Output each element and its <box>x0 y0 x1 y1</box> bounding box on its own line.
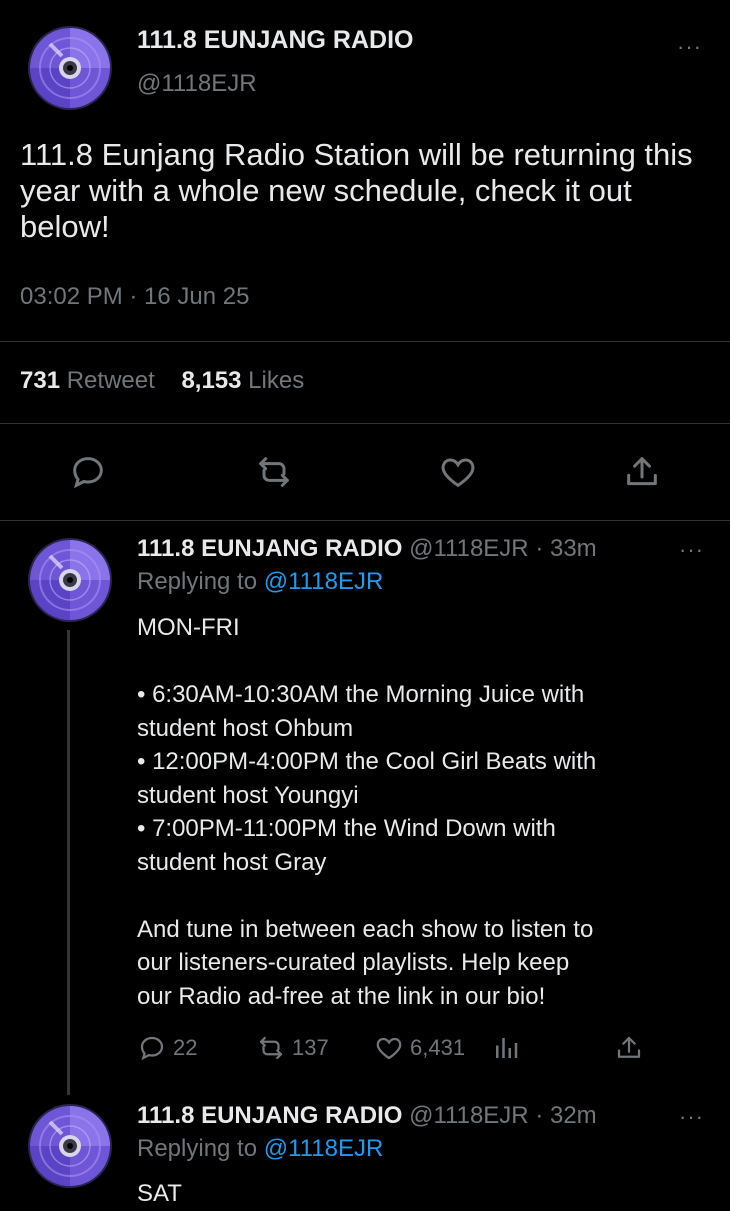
replying-to-handle[interactable]: @1118EJR <box>264 1135 384 1162</box>
reply-action[interactable]: 22 <box>137 1033 197 1063</box>
divider <box>0 520 730 521</box>
replying-label: Replying to <box>137 1135 258 1162</box>
tweet-stats: 731 Retweet 8,153 Likes <box>20 367 304 395</box>
heart-icon[interactable] <box>374 1033 404 1063</box>
avatar[interactable] <box>28 538 112 622</box>
user-handle[interactable]: @1118EJR <box>409 1102 529 1129</box>
thread-line <box>67 630 70 1095</box>
reply-line: student host Youngyi <box>137 781 359 809</box>
divider <box>0 423 730 424</box>
reply-line: And tune in between each show to listen … <box>137 915 594 943</box>
user-handle[interactable]: @1118EJR <box>409 535 529 562</box>
reply-line: • 12:00PM-4:00PM the Cool Girl Beats wit… <box>137 748 597 775</box>
avatar[interactable] <box>28 1104 112 1188</box>
tweet-age[interactable]: · 32m <box>535 1102 596 1129</box>
reply-line: our Radio ad-free at the link in our bio… <box>137 982 546 1010</box>
tweet-timestamp[interactable]: 03:02 PM · 16 Jun 25 <box>20 283 249 311</box>
tweet-text: 111.8 Eunjang Radio Station will be retu… <box>20 137 693 244</box>
divider <box>0 341 730 342</box>
reply-count: 22 <box>173 1035 198 1060</box>
more-options-icon[interactable]: ··· <box>679 537 704 563</box>
reply-line: • 7:00PM-11:00PM the Wind Down with <box>137 815 556 842</box>
reply-line: student host Gray <box>137 848 327 876</box>
likes-label[interactable]: Likes <box>248 367 304 394</box>
retweet-action[interactable]: 137 <box>256 1033 329 1063</box>
share-icon[interactable] <box>614 1033 644 1063</box>
analytics-icon[interactable] <box>491 1033 521 1063</box>
heart-icon[interactable] <box>438 452 478 492</box>
reply-text: MON-FRI • 6:30AM-10:30AM the Morning Jui… <box>137 611 707 1013</box>
analytics-action[interactable] <box>491 1033 521 1063</box>
like-count: 6,431 <box>410 1035 466 1060</box>
like-action[interactable]: 6,431 <box>374 1033 465 1063</box>
share-icon[interactable] <box>622 452 662 492</box>
replying-to-handle[interactable]: @1118EJR <box>264 568 384 595</box>
cd-avatar-icon <box>28 1104 112 1188</box>
reply-header: 111.8 EUNJANG RADIO @1118EJR · 32m <box>137 1102 597 1130</box>
tweet-age[interactable]: · 33m <box>535 535 596 562</box>
avatar[interactable] <box>28 26 112 110</box>
reply-icon[interactable] <box>137 1033 167 1063</box>
retweet-count[interactable]: 731 <box>20 367 60 394</box>
more-options-icon[interactable]: ··· <box>679 1104 704 1130</box>
reply-line: SAT <box>137 1180 182 1207</box>
reply-line: MON-FRI <box>137 614 240 641</box>
reply-line: our listeners-curated playlists. Help ke… <box>137 949 570 976</box>
likes-count[interactable]: 8,153 <box>181 367 241 394</box>
reply-header: 111.8 EUNJANG RADIO @1118EJR · 33m <box>137 535 597 563</box>
replying-label: Replying to <box>137 568 258 595</box>
reply-line: student host Ohbum <box>137 714 354 742</box>
replying-to: Replying to @1118EJR <box>137 568 383 596</box>
display-name[interactable]: 111.8 EUNJANG RADIO <box>137 1102 402 1129</box>
retweet-icon[interactable] <box>256 1033 286 1063</box>
reply-line <box>137 645 707 679</box>
user-handle[interactable]: @1118EJR <box>137 70 257 98</box>
reply-line: • 6:30AM-10:30AM the Morning Juice with <box>137 681 585 708</box>
replying-to: Replying to @1118EJR <box>137 1135 383 1163</box>
share-action[interactable] <box>614 1033 644 1063</box>
retweet-label[interactable]: Retweet <box>67 367 155 394</box>
display-name[interactable]: 111.8 EUNJANG RADIO <box>137 535 402 562</box>
reply-text: SAT <box>137 1177 707 1211</box>
display-name[interactable]: 111.8 EUNJANG RADIO <box>137 26 414 55</box>
retweet-count: 137 <box>292 1035 329 1060</box>
reply-icon[interactable] <box>68 452 108 492</box>
cd-avatar-icon <box>28 538 112 622</box>
cd-avatar-icon <box>28 26 112 110</box>
retweet-icon[interactable] <box>254 452 294 492</box>
reply-line <box>137 879 707 913</box>
more-options-icon[interactable]: ··· <box>677 34 702 60</box>
